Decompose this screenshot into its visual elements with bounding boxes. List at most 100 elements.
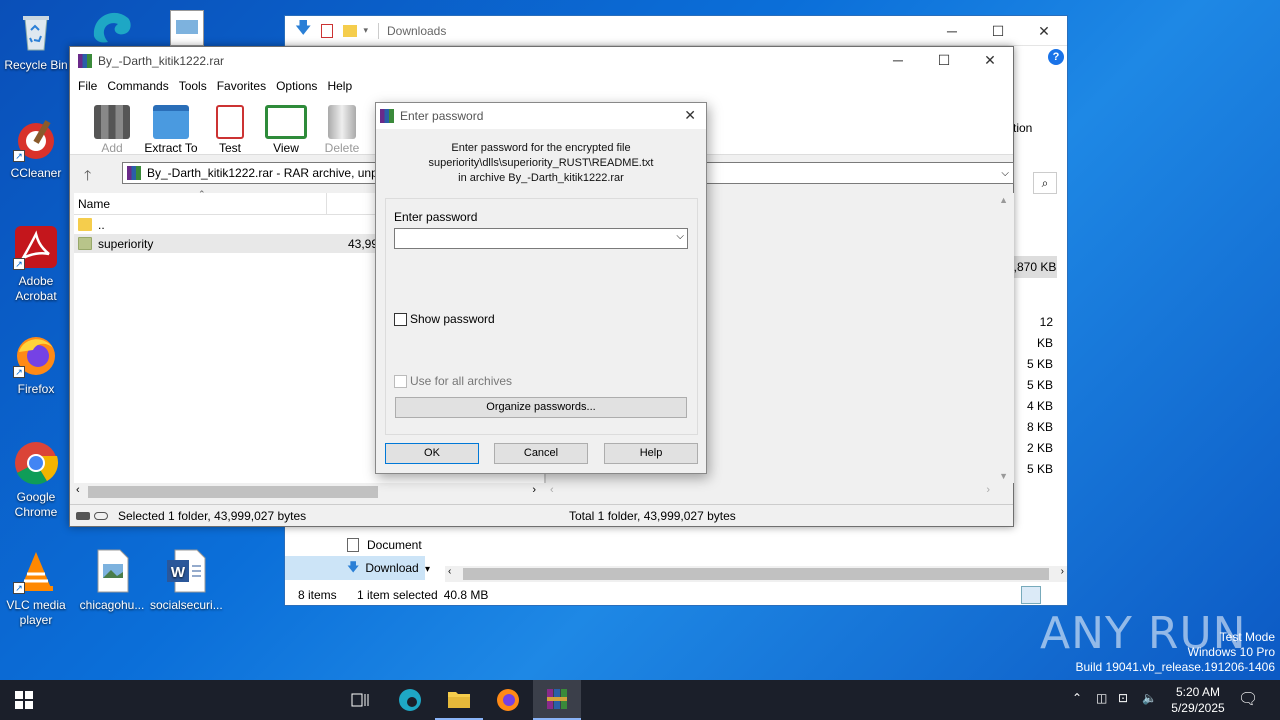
- start-button[interactable]: [0, 680, 48, 720]
- winrar-icon: [547, 689, 567, 709]
- help-button[interactable]: Help: [604, 443, 698, 464]
- folder-icon[interactable]: [343, 24, 358, 37]
- size-column: 12 KB 5 KB 5 KB 4 KB 8 KB 2 KB 5 KB: [1026, 315, 1053, 476]
- scroll-down-icon[interactable]: ▼: [999, 471, 1008, 481]
- test-button[interactable]: Test: [202, 97, 258, 155]
- desktop-icon-label: VLC media player: [6, 598, 66, 627]
- menu-commands[interactable]: Commands: [105, 79, 176, 93]
- explorer-title: Downloads: [386, 23, 447, 38]
- dropdown-icon[interactable]: ▾: [363, 25, 368, 36]
- password-dialog[interactable]: Enter password ✕ Enter password for the …: [375, 102, 707, 474]
- search-icon[interactable]: ⌕: [1033, 172, 1057, 194]
- notification-icon[interactable]: 🗨: [1238, 689, 1258, 709]
- tray-network-icon[interactable]: ⊡: [1118, 691, 1128, 705]
- trash-icon: [328, 105, 356, 139]
- task-view-icon: [351, 693, 369, 707]
- winrar-logo-icon: [380, 109, 394, 123]
- desktop-icon-socialsecuri[interactable]: W socialsecuri...: [150, 548, 223, 613]
- up-arrow-icon[interactable]: 🡑: [84, 165, 91, 189]
- desktop-icon-label: CCleaner: [10, 166, 62, 180]
- nav-scroll-down[interactable]: ▾: [425, 564, 430, 575]
- task-view-button[interactable]: [336, 680, 384, 720]
- menu-tools[interactable]: Tools: [177, 79, 215, 93]
- password-label: Enter password: [394, 210, 478, 224]
- tray-device-icon[interactable]: ◫: [1096, 691, 1107, 705]
- vlc-icon: ↗: [13, 548, 59, 594]
- view-button[interactable]: View: [258, 97, 314, 155]
- minimize-button[interactable]: ─: [929, 16, 975, 46]
- scroll-up-icon[interactable]: ▲: [999, 195, 1008, 205]
- right-horizontal-scrollbar[interactable]: ‹ ›: [548, 483, 1014, 501]
- taskbar-winrar[interactable]: [533, 680, 581, 720]
- chrome-icon: [13, 440, 59, 486]
- address-dropdown-icon[interactable]: ⌵: [1001, 168, 1009, 179]
- minimize-button[interactable]: ─: [875, 45, 921, 75]
- checklist-icon[interactable]: [321, 23, 334, 38]
- edge-desktop-icon[interactable]: [88, 6, 136, 46]
- tray-chevron-icon[interactable]: ⌃: [1072, 691, 1082, 705]
- extract-to-button[interactable]: Extract To: [140, 97, 202, 155]
- winrar-titlebar: By_-Darth_kitik1222.rar ─ ☐ ✕: [70, 47, 1013, 75]
- dialog-close-button[interactable]: ✕: [684, 107, 696, 124]
- details-view-icon[interactable]: [1021, 586, 1041, 604]
- ok-button[interactable]: OK: [385, 443, 479, 464]
- delete-button[interactable]: Delete: [314, 97, 370, 155]
- size-header-cell: ,870 KB: [1013, 256, 1057, 278]
- show-password-checkbox[interactable]: Show password: [394, 312, 495, 326]
- use-for-all-checkbox[interactable]: Use for all archives: [394, 374, 512, 388]
- taskbar-firefox[interactable]: [484, 680, 532, 720]
- password-input[interactable]: ⌵: [394, 228, 688, 249]
- firefox-icon: ↗: [13, 332, 59, 378]
- nav-item-documents[interactable]: Document: [347, 534, 425, 556]
- add-button[interactable]: Add: [84, 97, 140, 155]
- winrar-statusbar: Selected 1 folder, 43,999,027 bytes Tota…: [70, 504, 1013, 526]
- image-desktop-icon[interactable]: [170, 10, 204, 46]
- menu-favorites[interactable]: Favorites: [215, 79, 274, 93]
- cancel-button[interactable]: Cancel: [494, 443, 588, 464]
- folder-icon: [78, 237, 92, 250]
- menu-file[interactable]: File: [76, 79, 105, 93]
- extract-folder-icon: [153, 105, 189, 139]
- document-icon: [347, 538, 359, 552]
- maximize-button[interactable]: ☐: [975, 16, 1021, 46]
- dialog-message: Enter password for the encrypted file su…: [428, 142, 654, 184]
- taskbar-file-explorer[interactable]: [435, 680, 483, 720]
- help-icon[interactable]: ?: [1048, 49, 1064, 65]
- clock[interactable]: 5:20 AM 5/29/2025: [1162, 684, 1234, 716]
- desktop-icon-recycle-bin[interactable]: Recycle Bin: [0, 8, 72, 73]
- close-button[interactable]: ✕: [967, 45, 1013, 75]
- menu-options[interactable]: Options: [274, 79, 325, 93]
- shortcut-arrow-icon: ↗: [13, 366, 25, 378]
- nav-item-downloads[interactable]: 🡇 Download: [285, 556, 425, 580]
- password-dropdown-icon[interactable]: ⌵: [676, 231, 684, 242]
- desktop-icon-firefox[interactable]: ↗ Firefox: [0, 332, 72, 397]
- add-archive-icon: [94, 105, 130, 139]
- desktop-icon-label: Firefox: [17, 382, 55, 396]
- thumbnail-view-icon[interactable]: [1045, 586, 1063, 604]
- tray-volume-icon[interactable]: 🔈: [1142, 691, 1157, 705]
- word-doc-icon: W: [163, 548, 209, 594]
- shortcut-arrow-icon: ↗: [13, 150, 25, 162]
- firefox-icon: [497, 689, 519, 711]
- desktop-icon-ccleaner[interactable]: ↗ CCleaner: [0, 116, 72, 181]
- maximize-button[interactable]: ☐: [921, 45, 967, 75]
- desktop-icon-label: socialsecuri...: [150, 598, 223, 612]
- checkbox-box[interactable]: [394, 374, 407, 388]
- desktop-icon-chicagohu[interactable]: chicagohu...: [76, 548, 148, 613]
- windows-mode-text: Test Mode Windows 10 Pro Build 19041.vb_…: [1075, 630, 1276, 674]
- desktop-icon-adobe-acrobat[interactable]: ↗ Adobe Acrobat: [0, 224, 72, 304]
- horizontal-scrollbar[interactable]: ‹ ›: [74, 483, 540, 501]
- desktop-icon-vlc[interactable]: ↗ VLC media player: [0, 548, 72, 628]
- clock-date: 5/29/2025: [1171, 701, 1225, 715]
- horizontal-scrollbar[interactable]: ‹ ›: [445, 566, 1067, 582]
- desktop-icon-google-chrome[interactable]: Google Chrome: [0, 440, 72, 520]
- down-arrow-icon: 🡇: [295, 20, 312, 37]
- clock-time: 5:20 AM: [1175, 685, 1221, 699]
- organize-passwords-button[interactable]: Organize passwords...: [395, 397, 687, 418]
- download-arrow-icon: 🡇: [347, 559, 360, 574]
- close-button[interactable]: ✕: [1021, 16, 1067, 46]
- menu-help[interactable]: Help: [325, 79, 360, 93]
- password-groupbox: Enter password ⌵ Show password Use for a…: [385, 198, 698, 435]
- taskbar-edge[interactable]: [386, 680, 434, 720]
- checkbox-box[interactable]: [394, 312, 407, 326]
